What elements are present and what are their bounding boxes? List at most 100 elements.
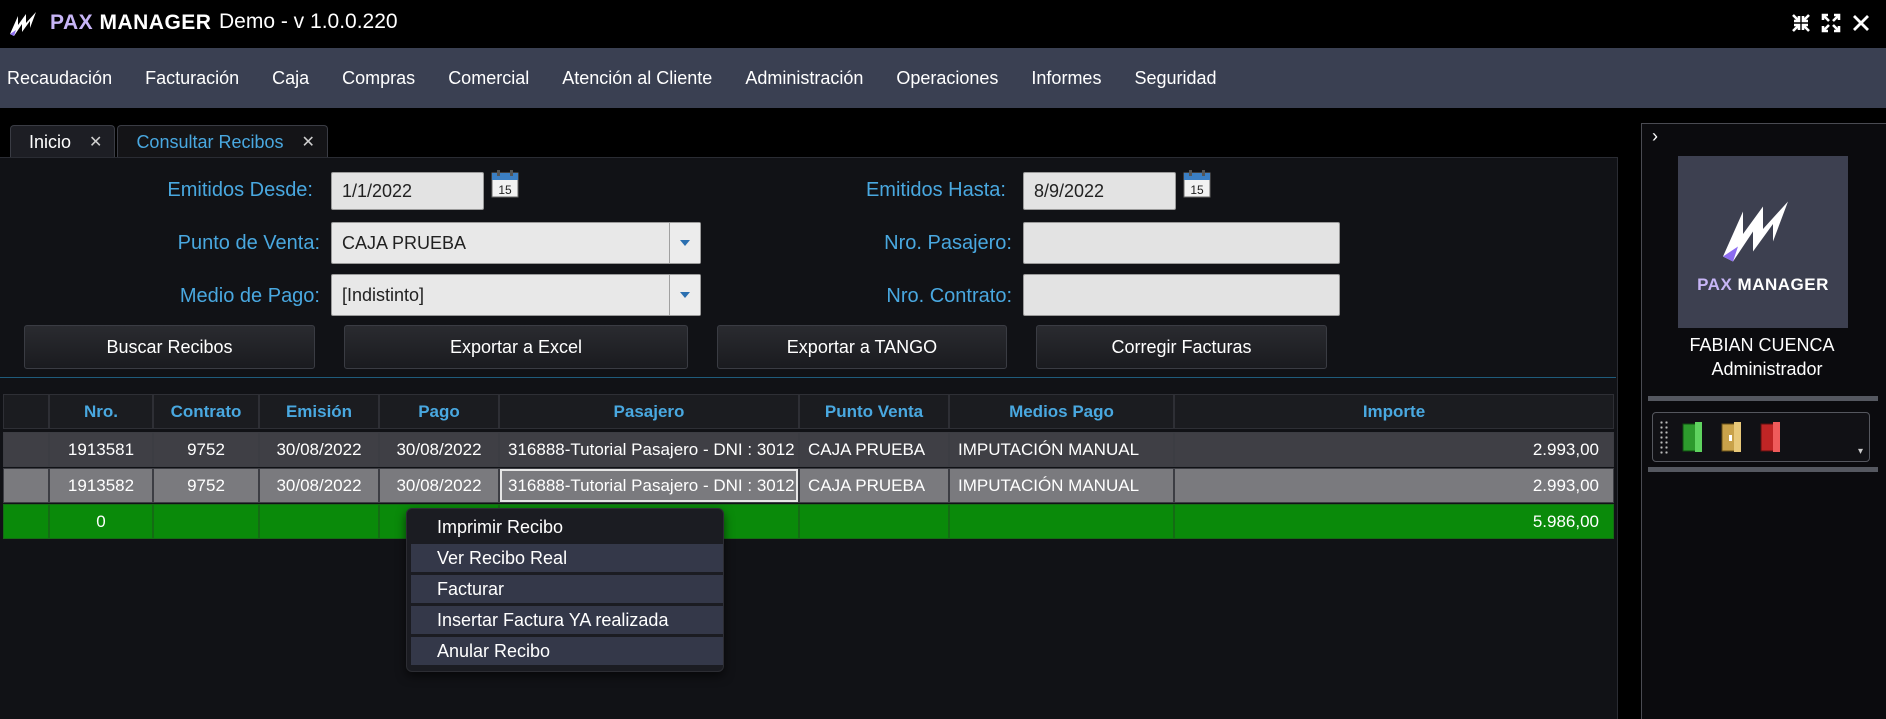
medio-pago-label: Medio de Pago: (179, 285, 320, 307)
medio-pago-select[interactable]: [Indistinto] (331, 274, 701, 316)
close-icon[interactable]: ✕ (302, 132, 315, 152)
cell-importe[interactable]: 2.993,00 (1174, 432, 1614, 467)
col-nro-header[interactable]: Nro. (49, 394, 153, 429)
exportar-tango-button[interactable]: Exportar a TANGO (717, 325, 1007, 369)
avatar: PAX MANAGER (1678, 156, 1848, 328)
cell-contrato[interactable]: 9752 (153, 432, 259, 467)
menu-compras[interactable]: Compras (342, 68, 415, 89)
calendar-icon[interactable]: 15 (491, 170, 519, 198)
menu-comercial[interactable]: Comercial (448, 68, 529, 89)
close-icon[interactable]: ✕ (89, 132, 102, 152)
dropdown-arrow-button[interactable] (669, 223, 700, 263)
close-window-button[interactable] (1850, 12, 1872, 34)
menu-item-imprimir-recibo[interactable]: Imprimir Recibo (411, 513, 723, 541)
menu-item-anular-recibo[interactable]: Anular Recibo (411, 637, 723, 665)
menu-item-insertar-factura[interactable]: Insertar Factura YA realizada (411, 606, 723, 634)
restore-window-button[interactable] (1790, 12, 1812, 34)
cell-nro[interactable]: 1913582 (49, 468, 153, 503)
menu-recaudacion[interactable]: Recaudación (7, 68, 112, 89)
menu-operaciones[interactable]: Operaciones (896, 68, 998, 89)
col-contrato-header[interactable]: Contrato (153, 394, 259, 429)
cell-medios-pago[interactable]: IMPUTACIÓN MANUAL (949, 468, 1174, 503)
yellow-folder-icon[interactable] (1720, 421, 1742, 453)
user-role: Administrador (1711, 359, 1823, 379)
avatar-pax-text: PAX (1697, 275, 1733, 294)
corregir-facturas-button[interactable]: Corregir Facturas (1036, 325, 1327, 369)
tab-label: Inicio (29, 131, 72, 152)
emitidos-hasta-field[interactable]: 8/9/2022 (1023, 172, 1176, 210)
menu-atencion-cliente[interactable]: Atención al Cliente (562, 68, 712, 89)
maximize-window-button[interactable] (1820, 12, 1842, 34)
tab-inicio[interactable]: Inicio ✕ (10, 125, 116, 158)
emitidos-desde-field[interactable]: 1/1/2022 (331, 172, 484, 210)
col-pago-header[interactable]: Pago (379, 394, 499, 429)
nro-contrato-field[interactable] (1023, 274, 1340, 316)
calendar-icon[interactable]: 15 (1183, 170, 1211, 198)
close-icon (1853, 15, 1869, 31)
tab-consultar-recibos[interactable]: Consultar Recibos ✕ (117, 125, 328, 158)
total-empty (949, 504, 1174, 539)
cell-punto-venta[interactable]: CAJA PRUEBA (799, 468, 949, 503)
window-controls (1790, 12, 1872, 34)
menu-caja[interactable]: Caja (272, 68, 309, 89)
document-tabs: Inicio ✕ Consultar Recibos ✕ (10, 125, 330, 158)
nro-pasajero-label: Nro. Pasajero: (884, 232, 1012, 254)
col-medios-pago-header[interactable]: Medios Pago (949, 394, 1174, 429)
row-selector[interactable] (3, 468, 49, 503)
cell-emision[interactable]: 30/08/2022 (259, 432, 379, 467)
col-emision-header[interactable]: Emisión (259, 394, 379, 429)
cell-medios-pago[interactable]: IMPUTACIÓN MANUAL (949, 432, 1174, 467)
menu-item-facturar[interactable]: Facturar (411, 575, 723, 603)
green-folder-icon[interactable] (1681, 421, 1703, 453)
quick-toolbar: ▾ (1652, 412, 1870, 462)
totals-row: 0 5.986,00 (3, 504, 1614, 539)
menu-administracion[interactable]: Administración (745, 68, 863, 89)
svg-text:15: 15 (498, 183, 512, 197)
cell-pasajero-focused[interactable]: 316888-Tutorial Pasajero - DNI : 3012 (499, 468, 799, 503)
total-empty (259, 504, 379, 539)
buscar-recibos-button[interactable]: Buscar Recibos (24, 325, 315, 369)
user-sidebar: › PAX MANAGER FABIAN CUENCA Administrado… (1641, 123, 1886, 719)
avatar-manager-text: MANAGER (1737, 275, 1829, 294)
toolbar-dropdown-icon[interactable]: ▾ (1858, 446, 1863, 457)
col-importe-header[interactable]: Importe (1174, 394, 1614, 429)
menu-informes[interactable]: Informes (1031, 68, 1101, 89)
row-selector-header (3, 394, 49, 429)
menu-seguridad[interactable]: Seguridad (1134, 68, 1216, 89)
row-selector[interactable] (3, 432, 49, 467)
cell-pago[interactable]: 30/08/2022 (379, 432, 499, 467)
drag-handle[interactable] (1659, 420, 1669, 454)
cell-contrato[interactable]: 9752 (153, 468, 259, 503)
cell-emision[interactable]: 30/08/2022 (259, 468, 379, 503)
nro-pasajero-field[interactable] (1023, 222, 1340, 264)
punto-venta-select[interactable]: CAJA PRUEBA (331, 222, 701, 264)
dropdown-arrow-button[interactable] (669, 275, 700, 315)
cell-pasajero[interactable]: 316888-Tutorial Pasajero - DNI : 3012 (499, 432, 799, 467)
cell-nro[interactable]: 1913581 (49, 432, 153, 467)
tab-label: Consultar Recibos (136, 131, 284, 152)
cell-importe[interactable]: 2.993,00 (1174, 468, 1614, 503)
menu-item-ver-recibo-real[interactable]: Ver Recibo Real (411, 544, 723, 572)
red-folder-icon[interactable] (1759, 421, 1781, 453)
title-bar: PAX MANAGER Demo - v 1.0.0.220 (0, 0, 1886, 48)
table-row-selected[interactable]: 1913582 9752 30/08/2022 30/08/2022 31688… (3, 468, 1614, 503)
menu-facturacion[interactable]: Facturación (145, 68, 239, 89)
punto-venta-label: Punto de Venta: (177, 232, 320, 254)
total-importe: 5.986,00 (1174, 504, 1614, 539)
exportar-excel-button[interactable]: Exportar a Excel (344, 325, 688, 369)
svg-text:15: 15 (1190, 183, 1204, 197)
table-row[interactable]: 1913581 9752 30/08/2022 30/08/2022 31688… (3, 432, 1614, 467)
chevron-right-icon[interactable]: › (1652, 126, 1658, 147)
pax-logo-icon (10, 12, 36, 36)
chevron-down-icon (680, 240, 690, 246)
cell-pago[interactable]: 30/08/2022 (379, 468, 499, 503)
row-selector (3, 504, 49, 539)
cell-punto-venta[interactable]: CAJA PRUEBA (799, 432, 949, 467)
nro-contrato-label: Nro. Contrato: (886, 285, 1012, 307)
separator (1648, 396, 1878, 401)
window-title: Demo - v 1.0.0.220 (219, 10, 398, 33)
col-pasajero-header[interactable]: Pasajero (499, 394, 799, 429)
col-punto-venta-header[interactable]: Punto Venta (799, 394, 949, 429)
grid-header-row: Nro. Contrato Emisión Pago Pasajero Punt… (3, 394, 1614, 429)
collapse-arrows-icon (1792, 14, 1810, 32)
